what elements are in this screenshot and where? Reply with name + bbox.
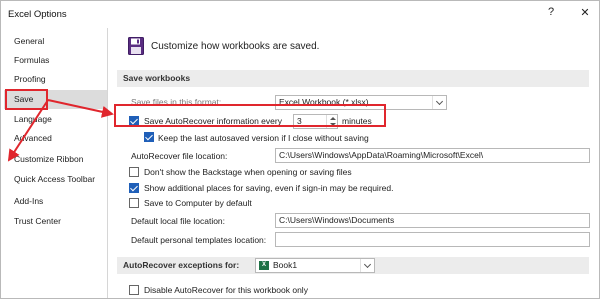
excel-options-window: Excel Options ? ✕ General Formulas Proof…: [0, 0, 600, 299]
additional-places-label: Show additional places for saving, even …: [144, 183, 394, 193]
default-local-location-label: Default local file location:: [131, 216, 226, 226]
keep-last-autosaved-checkbox[interactable]: [144, 132, 154, 142]
save-options-panel: Customize how workbooks are saved. Save …: [111, 28, 597, 298]
close-button[interactable]: ✕: [576, 6, 594, 22]
sidebar-item-add-ins[interactable]: Add-Ins: [4, 192, 107, 211]
save-to-computer-checkbox[interactable]: [129, 198, 139, 208]
sidebar-item-advanced[interactable]: Advanced: [4, 129, 107, 148]
default-local-location-input[interactable]: C:\Users\Windows\Documents: [275, 213, 590, 228]
additional-places-checkbox[interactable]: [129, 183, 139, 193]
disable-autorecover-label: Disable AutoRecover for this workbook on…: [144, 285, 308, 295]
sidebar-item-quick-access-toolbar[interactable]: Quick Access Toolbar: [4, 170, 107, 189]
annotation-highlight-save-item: [5, 89, 48, 110]
backstage-label: Don't show the Backstage when opening or…: [144, 167, 352, 177]
excel-icon: X: [259, 261, 269, 270]
window-title: Excel Options: [8, 9, 67, 20]
personal-templates-input[interactable]: [275, 232, 590, 247]
page-header-text: Customize how workbooks are saved.: [151, 41, 320, 52]
exceptions-workbook-select[interactable]: X Book1: [255, 258, 375, 273]
floppy-disk-icon: [128, 37, 144, 55]
save-to-computer-label: Save to Computer by default: [144, 198, 252, 208]
disable-autorecover-checkbox[interactable]: [129, 285, 139, 295]
sidebar-item-formulas[interactable]: Formulas: [4, 51, 107, 70]
chevron-down-icon: [360, 259, 374, 272]
section-save-workbooks: Save workbooks: [117, 70, 589, 87]
title-bar: Excel Options ? ✕: [1, 1, 599, 27]
chevron-down-icon: [432, 96, 446, 109]
personal-templates-label: Default personal templates location:: [131, 235, 267, 245]
sidebar-item-general[interactable]: General: [4, 32, 107, 51]
sidebar-item-proofing[interactable]: Proofing: [4, 70, 107, 89]
annotation-highlight-autorecover: [114, 104, 386, 127]
backstage-checkbox[interactable]: [129, 167, 139, 177]
help-button[interactable]: ?: [542, 6, 560, 22]
options-sidebar: General Formulas Proofing Save Language …: [4, 28, 108, 298]
autorecover-location-label: AutoRecover file location:: [131, 151, 228, 161]
keep-last-autosaved-label: Keep the last autosaved version if I clo…: [158, 133, 369, 143]
sidebar-item-language[interactable]: Language: [4, 110, 107, 129]
autorecover-location-input[interactable]: C:\Users\Windows\AppData\Roaming\Microso…: [275, 148, 590, 163]
sidebar-item-customize-ribbon[interactable]: Customize Ribbon: [4, 150, 107, 169]
sidebar-item-trust-center[interactable]: Trust Center: [4, 212, 107, 231]
